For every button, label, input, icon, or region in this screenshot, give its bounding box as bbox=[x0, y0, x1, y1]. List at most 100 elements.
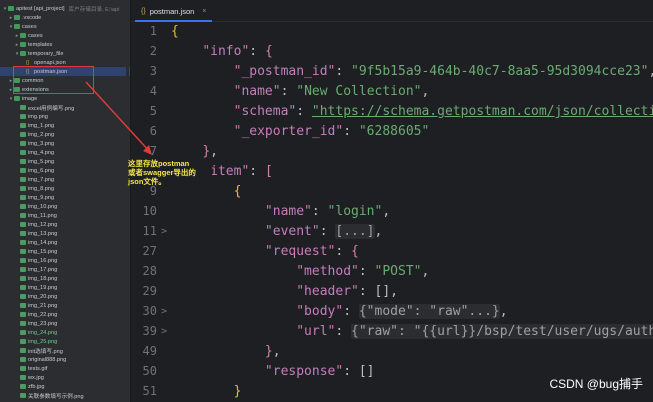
tree-item-label: img_25.png bbox=[28, 338, 58, 345]
tree-item-label: img_20.png bbox=[28, 293, 58, 300]
folded-region[interactable]: {"mode": "raw"...} bbox=[358, 304, 500, 319]
tree-item[interactable]: img_25.png bbox=[0, 337, 130, 346]
tree-item[interactable]: img_19.png bbox=[0, 283, 130, 292]
tree-item[interactable]: img_24.png bbox=[0, 328, 130, 337]
tree-item[interactable]: original888.png bbox=[0, 355, 130, 364]
folded-region[interactable]: {"raw": "{{url}}/bsp/test/user/ugs/auth/… bbox=[351, 324, 653, 339]
code-line[interactable]: "body": {"mode": "raw"...}, bbox=[171, 304, 508, 319]
code-token: , bbox=[210, 144, 218, 159]
tree-item[interactable]: img_22.png bbox=[0, 310, 130, 319]
project-sidebar: ▾ apitest [api_project] 库户存储目录, E:\api ▸ .vs… bbox=[0, 0, 130, 402]
tree-item[interactable]: img_5.png bbox=[0, 157, 130, 166]
code-line[interactable]: "_postman_id": "9f5b15a9-464b-40c7-8aa5-… bbox=[171, 64, 653, 79]
code-line[interactable]: { bbox=[171, 24, 179, 39]
tree-item[interactable]: img_12.png bbox=[0, 220, 130, 229]
image-file-icon bbox=[20, 258, 26, 263]
image-file-icon bbox=[20, 150, 26, 155]
tree-item[interactable]: img.png bbox=[0, 112, 130, 121]
tree-item[interactable]: img_11.png bbox=[0, 211, 130, 220]
code-token: { bbox=[171, 24, 179, 39]
tree-item[interactable]: img_10.png bbox=[0, 202, 130, 211]
tree-item[interactable]: img_14.png bbox=[0, 238, 130, 247]
tree-item[interactable]: img_17.png bbox=[0, 265, 130, 274]
tree-item[interactable]: img_3.png bbox=[0, 139, 130, 148]
code-token: : bbox=[343, 304, 359, 319]
image-file-icon bbox=[20, 276, 26, 281]
code-token: "header" bbox=[296, 284, 359, 299]
tree-item[interactable]: 关联参数填写示例.png bbox=[0, 391, 130, 400]
tree-item[interactable]: img_2.png bbox=[0, 130, 130, 139]
code-line[interactable]: }, bbox=[171, 344, 281, 359]
tree-item[interactable]: zfb.jpg bbox=[0, 382, 130, 391]
line-number: 5 bbox=[149, 104, 157, 118]
code-token: , bbox=[648, 64, 653, 79]
code-line[interactable]: "response": [] bbox=[171, 364, 375, 379]
tree-item[interactable]: img_1.png bbox=[0, 121, 130, 130]
tree-item[interactable]: wx.jpg bbox=[0, 373, 130, 382]
code-token: "_postman_id" bbox=[233, 64, 336, 79]
tree-item[interactable]: ▾ temporary_file bbox=[0, 49, 130, 58]
tree-item[interactable]: img_15.png bbox=[0, 247, 130, 256]
tree-item[interactable]: img_18.png bbox=[0, 274, 130, 283]
code-token: "schema" bbox=[233, 104, 297, 119]
tree-item[interactable]: ▸ cases bbox=[0, 31, 130, 40]
tree-item[interactable]: img_20.png bbox=[0, 292, 130, 301]
tree-item[interactable]: ▾ cases bbox=[0, 22, 130, 31]
tree-item[interactable]: img_6.png bbox=[0, 166, 130, 175]
code-line[interactable]: "request": { bbox=[171, 244, 359, 259]
tree-item[interactable]: img_21.png bbox=[0, 301, 130, 310]
code-line[interactable]: } bbox=[171, 384, 242, 399]
close-icon[interactable]: × bbox=[202, 8, 206, 15]
tab-postman-json[interactable]: {} postman.json × bbox=[135, 2, 213, 22]
code-token: "info" bbox=[202, 44, 250, 59]
tree-item[interactable]: excel用例编写.png bbox=[0, 103, 130, 112]
folded-region[interactable]: [...] bbox=[335, 224, 375, 239]
code-line[interactable]: "schema": "https://schema.getpostman.com… bbox=[171, 104, 653, 119]
annotation-line-1: 这里存放postman bbox=[128, 159, 190, 168]
code-line[interactable]: "name": "New Collection", bbox=[171, 84, 430, 99]
tree-item[interactable]: img_9.png bbox=[0, 193, 130, 202]
tree-item[interactable]: img_13.png bbox=[0, 229, 130, 238]
code-line[interactable]: "info": { bbox=[171, 44, 272, 59]
tree-item[interactable]: tests.gif bbox=[0, 364, 130, 373]
tree-item[interactable]: img_23.png bbox=[0, 319, 130, 328]
sidebar-scrollbar[interactable] bbox=[126, 0, 129, 402]
code-line[interactable]: { bbox=[171, 184, 242, 199]
image-file-icon bbox=[20, 231, 26, 236]
fold-toggle-icon[interactable]: > bbox=[161, 306, 167, 317]
code-token: "New Collection" bbox=[296, 84, 422, 99]
code-editor[interactable]: { "info": { "_postman_id": "9f5b15a9-464… bbox=[171, 22, 653, 402]
tree-item[interactable]: img_8.png bbox=[0, 184, 130, 193]
code-line[interactable]: }, bbox=[171, 144, 218, 159]
tree-item-label: original888.png bbox=[28, 356, 67, 363]
tree-item[interactable]: ▸ .vscode bbox=[0, 13, 130, 22]
tree-item[interactable]: ▸ templates bbox=[0, 40, 130, 49]
code-line[interactable]: "header": [], bbox=[171, 284, 398, 299]
tree-item[interactable]: img_4.png bbox=[0, 148, 130, 157]
tree-item[interactable]: init选填写.png bbox=[0, 346, 130, 355]
tree-item-label: img_5.png bbox=[28, 158, 55, 165]
code-line[interactable]: "method": "POST", bbox=[171, 264, 429, 279]
fold-toggle-icon[interactable]: > bbox=[161, 226, 167, 237]
tree-item-label: init选填写.png bbox=[28, 348, 63, 355]
code-token: , bbox=[499, 304, 508, 319]
code-line[interactable]: "_exporter_id": "6288605" bbox=[171, 124, 430, 139]
tree-item[interactable]: img_7.png bbox=[0, 175, 130, 184]
code-line[interactable]: "event": [...], bbox=[171, 224, 382, 239]
code-line[interactable]: "name": "login", bbox=[171, 204, 390, 219]
tree-item[interactable]: img_16.png bbox=[0, 256, 130, 265]
image-file-icon bbox=[20, 285, 26, 290]
code-token: : bbox=[358, 264, 375, 279]
code-line[interactable]: "url": {"raw": "{{url}}/bsp/test/user/ug… bbox=[171, 324, 653, 339]
code-token: [ bbox=[264, 164, 273, 179]
tree-item[interactable]: ▾ image bbox=[0, 94, 130, 103]
code-token: [] bbox=[358, 364, 375, 379]
tree-item-label: img_6.png bbox=[28, 167, 55, 174]
tree-item[interactable]: ▾ apitest [api_project] 库户存储目录, E:\api bbox=[0, 4, 130, 13]
fold-toggle-icon[interactable]: > bbox=[161, 326, 167, 337]
